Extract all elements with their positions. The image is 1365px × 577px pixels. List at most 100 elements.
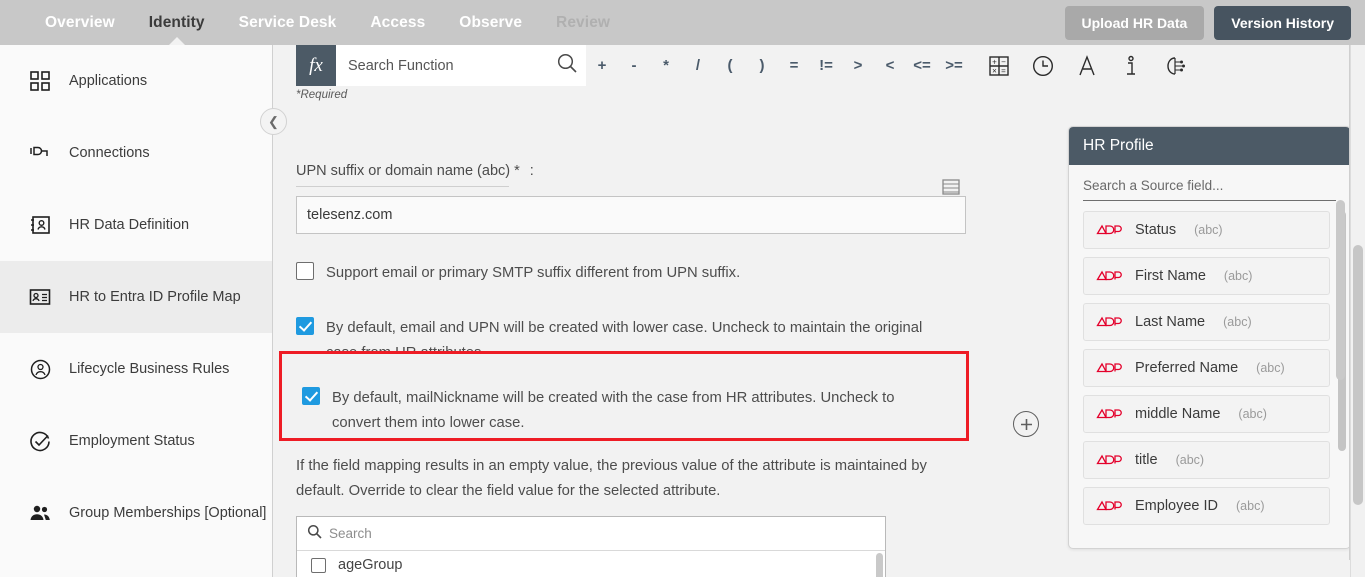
content-scrollbar-thumb[interactable] bbox=[1336, 200, 1345, 380]
attribute-search-input[interactable] bbox=[329, 526, 875, 541]
sidebar-item-employment-status[interactable]: Employment Status bbox=[0, 405, 272, 477]
fx-badge: fx bbox=[296, 45, 336, 86]
adp-logo-icon bbox=[1096, 361, 1123, 375]
hr-field-name: Employee ID bbox=[1135, 498, 1219, 514]
hr-field-type: (abc) bbox=[1256, 361, 1285, 375]
checkbox-lowercase[interactable] bbox=[296, 317, 314, 335]
operator-equals[interactable]: = bbox=[778, 45, 810, 86]
sidebar-collapse-button[interactable]: ❮ bbox=[260, 108, 287, 135]
hr-field-type: (abc) bbox=[1238, 407, 1267, 421]
operator-minus[interactable]: - bbox=[618, 45, 650, 86]
tab-access-label: Access bbox=[370, 13, 426, 31]
checkbox-row-lowercase[interactable]: By default, email and UPN will be create… bbox=[296, 316, 951, 366]
operator-multiply[interactable]: * bbox=[650, 45, 682, 86]
function-search-box[interactable] bbox=[336, 45, 586, 86]
hr-field-type: (abc) bbox=[1194, 223, 1223, 237]
tab-review-label: Review bbox=[556, 13, 611, 31]
operator-open-paren[interactable]: ( bbox=[714, 45, 746, 86]
attribute-selector-panel: ageGroup businessPhones bbox=[296, 516, 886, 577]
hr-profile-field-list: Status (abc) First Name (abc) Last Name … bbox=[1069, 211, 1350, 548]
tab-overview[interactable]: Overview bbox=[28, 0, 132, 45]
contact-card-icon bbox=[28, 285, 52, 309]
hr-field-name: First Name bbox=[1135, 268, 1206, 284]
tab-identity[interactable]: Identity bbox=[132, 0, 222, 45]
text-format-icon[interactable] bbox=[1074, 53, 1100, 79]
hr-field-type: (abc) bbox=[1175, 453, 1205, 467]
checkbox-row-smtp-suffix[interactable]: Support email or primary SMTP suffix dif… bbox=[296, 261, 956, 286]
attribute-label: ageGroup bbox=[338, 557, 403, 573]
attribute-list: ageGroup businessPhones bbox=[297, 551, 885, 577]
adp-logo-icon bbox=[1096, 315, 1123, 329]
list-item[interactable]: ageGroup bbox=[297, 551, 885, 577]
list-item[interactable]: Employee ID (abc) bbox=[1083, 487, 1330, 525]
checkbox-agegroup[interactable] bbox=[311, 557, 326, 573]
list-item[interactable]: Status (abc) bbox=[1083, 211, 1330, 249]
hr-profile-search-input[interactable] bbox=[1083, 178, 1336, 193]
upload-hr-data-button[interactable]: Upload HR Data bbox=[1064, 5, 1205, 40]
user-circle-icon bbox=[28, 357, 52, 381]
operator-greater-equal[interactable]: >= bbox=[938, 45, 970, 86]
attribute-search-box[interactable] bbox=[297, 517, 885, 551]
list-item[interactable]: middle Name (abc) bbox=[1083, 395, 1330, 433]
checkbox-smtp-suffix-label: Support email or primary SMTP suffix dif… bbox=[326, 265, 741, 281]
checkbox-row-mailnickname[interactable]: By default, mailNickname will be created… bbox=[302, 386, 902, 436]
table-icon[interactable] bbox=[942, 179, 960, 195]
operator-not-equals[interactable]: != bbox=[810, 45, 842, 86]
hr-field-type: (abc) bbox=[1223, 269, 1253, 283]
tab-observe-label: Observe bbox=[459, 13, 523, 31]
page-scrollbar-track[interactable] bbox=[1350, 45, 1365, 577]
upn-suffix-input[interactable] bbox=[296, 196, 966, 234]
hr-profile-search-box[interactable] bbox=[1083, 177, 1336, 201]
checkbox-smtp-suffix[interactable] bbox=[296, 262, 314, 280]
tab-observe[interactable]: Observe bbox=[442, 0, 539, 45]
list-item[interactable]: First Name (abc) bbox=[1083, 257, 1330, 295]
checkbox-mailnickname[interactable] bbox=[302, 387, 320, 405]
upn-suffix-label-text: UPN suffix or domain name (abc) bbox=[296, 163, 511, 179]
attribute-list-scrollbar[interactable] bbox=[876, 553, 883, 577]
operator-greater-than[interactable]: > bbox=[842, 45, 874, 86]
sidebar: Applications Connections HR Data Definit… bbox=[0, 45, 273, 577]
list-item[interactable]: Last Name (abc) bbox=[1083, 303, 1330, 341]
hr-field-type: (abc) bbox=[1223, 315, 1252, 329]
operator-divide[interactable]: / bbox=[682, 45, 714, 86]
nav-actions: Upload HR Data Version History bbox=[1064, 5, 1365, 40]
list-item[interactable]: Preferred Name (abc) bbox=[1083, 349, 1330, 387]
sidebar-item-hr-data-definition[interactable]: HR Data Definition bbox=[0, 189, 272, 261]
people-icon bbox=[28, 501, 52, 525]
tab-review[interactable]: Review bbox=[539, 0, 627, 45]
tab-identity-label: Identity bbox=[148, 13, 205, 31]
magnifier-icon[interactable] bbox=[556, 52, 578, 79]
operator-plus[interactable]: + bbox=[586, 45, 618, 86]
operator-close-paren[interactable]: ) bbox=[746, 45, 778, 86]
sidebar-item-hr-to-entra-id-profile-map[interactable]: HR to Entra ID Profile Map bbox=[0, 261, 272, 333]
list-item[interactable]: title (abc) bbox=[1083, 441, 1330, 479]
sidebar-item-label: Connections bbox=[69, 145, 150, 161]
grid-icon bbox=[28, 69, 52, 93]
sidebar-item-connections[interactable]: Connections bbox=[0, 117, 272, 189]
tab-access[interactable]: Access bbox=[353, 0, 442, 45]
svg-text:+: + bbox=[992, 57, 997, 66]
operator-less-equal[interactable]: <= bbox=[906, 45, 938, 86]
tab-service-desk[interactable]: Service Desk bbox=[222, 0, 354, 45]
page-scrollbar-thumb[interactable] bbox=[1353, 245, 1363, 505]
adp-logo-icon bbox=[1096, 269, 1123, 283]
top-navigation-bar: Overview Identity Service Desk Access Ob… bbox=[0, 0, 1365, 45]
clock-icon[interactable] bbox=[1030, 53, 1056, 79]
sidebar-item-group-memberships[interactable]: Group Memberships [Optional] bbox=[0, 477, 272, 549]
calculator-icon[interactable]: + − × = bbox=[986, 53, 1012, 79]
hr-field-name: Last Name bbox=[1135, 314, 1206, 330]
label-colon: : bbox=[529, 163, 534, 179]
search-function-input[interactable] bbox=[348, 57, 556, 74]
sidebar-item-applications[interactable]: Applications bbox=[0, 45, 272, 117]
hr-field-name: middle Name bbox=[1135, 406, 1221, 422]
sidebar-item-label: Lifecycle Business Rules bbox=[69, 361, 230, 377]
info-icon[interactable] bbox=[1118, 53, 1144, 79]
tab-service-desk-label: Service Desk bbox=[238, 13, 337, 31]
sidebar-item-lifecycle-business-rules[interactable]: Lifecycle Business Rules bbox=[0, 333, 272, 405]
version-history-button[interactable]: Version History bbox=[1214, 5, 1351, 40]
id-card-icon bbox=[28, 213, 52, 237]
svg-text:−: − bbox=[1001, 57, 1006, 66]
ai-brain-icon[interactable] bbox=[1162, 53, 1188, 79]
operator-less-than[interactable]: < bbox=[874, 45, 906, 86]
plus-circle-icon[interactable] bbox=[1013, 411, 1039, 437]
